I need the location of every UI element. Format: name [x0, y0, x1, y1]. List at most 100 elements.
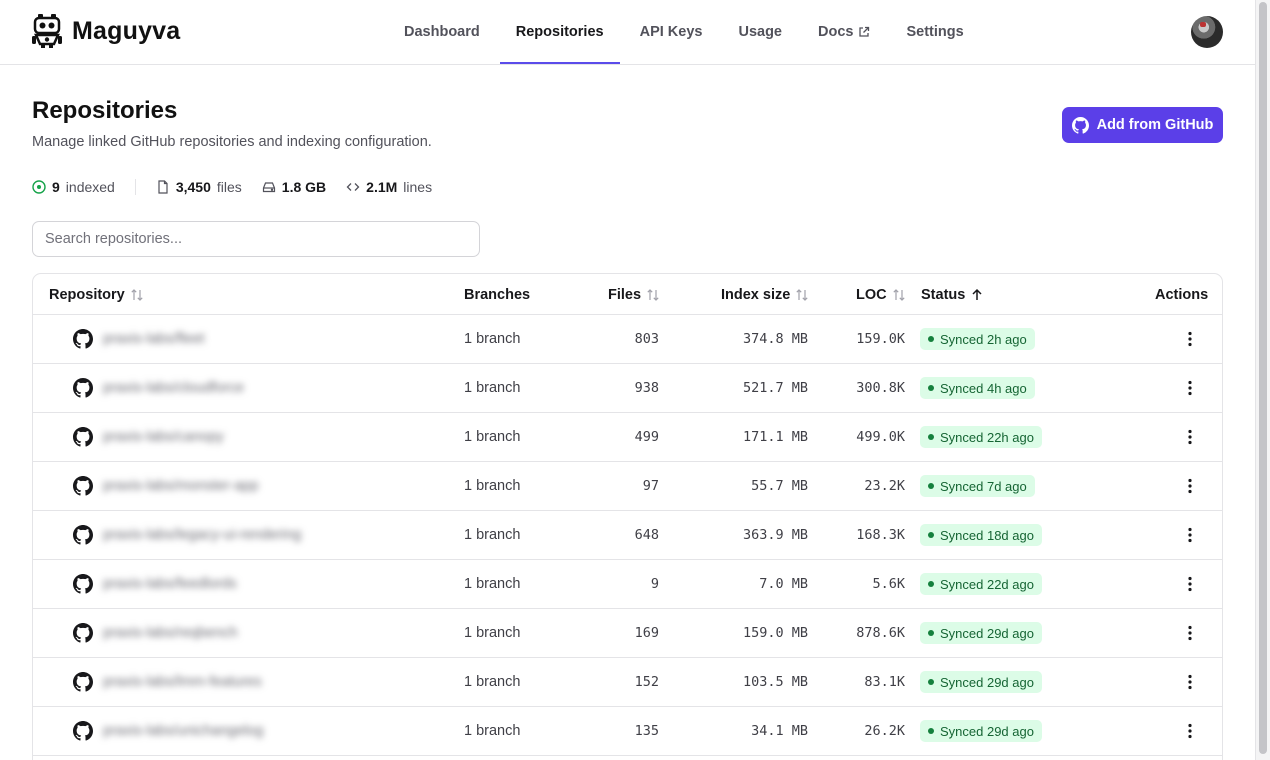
- column-loc-label: LOC: [856, 286, 887, 303]
- more-vertical-icon[interactable]: [1180, 476, 1200, 496]
- status-text: Synced 22h ago: [940, 429, 1034, 445]
- nav-docs[interactable]: Docs: [800, 0, 888, 64]
- nav-usage[interactable]: Usage: [720, 0, 800, 64]
- status-text: Synced 29d ago: [940, 723, 1034, 739]
- table-row[interactable]: praxis-labs/legacy-ui-rendering 1 branch…: [33, 511, 1222, 560]
- nav-dashboard[interactable]: Dashboard: [386, 0, 498, 64]
- more-vertical-icon[interactable]: [1180, 721, 1200, 741]
- hard-drive-icon: [262, 182, 275, 193]
- column-loc[interactable]: LOC: [856, 274, 906, 315]
- column-index-size[interactable]: Index size: [721, 274, 809, 315]
- robot-logo-icon: [32, 14, 62, 48]
- repository-cell[interactable]: praxis-labs/reqbench: [73, 609, 238, 657]
- github-icon: [73, 574, 93, 594]
- repository-cell[interactable]: praxis-labs/cloudforce: [73, 364, 244, 412]
- page-title: Repositories: [32, 97, 178, 124]
- table-row[interactable]: praxis-labs/reqbench 1 branch 169 159.0 …: [33, 609, 1222, 658]
- search-repositories-input[interactable]: [32, 221, 480, 257]
- repository-name[interactable]: praxis-labs/reqbench: [103, 625, 238, 641]
- status-badge: Synced 29d ago: [920, 671, 1042, 693]
- index-size-cell: 171.1 MB: [742, 429, 808, 445]
- table-row[interactable]: praxis-labs/cloudforce 1 branch 938 521.…: [33, 364, 1222, 413]
- column-actions: Actions: [1155, 274, 1208, 315]
- nav-repositories[interactable]: Repositories: [498, 0, 622, 64]
- repository-name[interactable]: praxis-labs/legacy-ui-rendering: [103, 527, 301, 543]
- repository-name[interactable]: praxis-labs/feedlords: [103, 576, 237, 592]
- actions-cell: [1180, 315, 1200, 363]
- more-vertical-icon[interactable]: [1180, 623, 1200, 643]
- sort-icon: [647, 288, 659, 301]
- repository-cell[interactable]: praxis-labs/lmm-features: [73, 658, 262, 706]
- nav-api-keys[interactable]: API Keys: [622, 0, 721, 64]
- column-status-label: Status: [921, 286, 966, 303]
- index-size-cell: 159.0 MB: [742, 625, 808, 641]
- stat-lines-label: lines: [403, 179, 433, 195]
- page-scrollbar[interactable]: [1255, 0, 1270, 760]
- nav-settings[interactable]: Settings: [888, 0, 981, 64]
- more-vertical-icon[interactable]: [1180, 427, 1200, 447]
- more-vertical-icon[interactable]: [1180, 329, 1200, 349]
- column-status[interactable]: Status: [921, 274, 984, 315]
- stat-files: 3,450 files: [156, 179, 242, 195]
- repository-cell[interactable]: praxis-labs/feedlords: [73, 560, 237, 608]
- status-dot: [928, 434, 934, 440]
- repository-cell[interactable]: praxis-labs/monster-app: [73, 462, 259, 510]
- column-repository[interactable]: Repository: [49, 274, 144, 315]
- status-text: Synced 2h ago: [940, 331, 1027, 347]
- sort-icon: [131, 288, 143, 301]
- repository-name[interactable]: praxis-labs/monster-app: [103, 478, 259, 494]
- user-avatar[interactable]: [1191, 16, 1223, 48]
- column-files[interactable]: Files: [608, 274, 660, 315]
- loc-cell: 159.0K: [856, 331, 905, 347]
- repository-name[interactable]: praxis-labs/cloudforce: [103, 380, 244, 396]
- repository-name[interactable]: praxis-labs/unichangelog: [103, 723, 263, 739]
- more-vertical-icon[interactable]: [1180, 574, 1200, 594]
- status-text: Synced 7d ago: [940, 478, 1027, 494]
- files-cell: 499: [634, 429, 659, 445]
- status-badge: Synced 29d ago: [920, 720, 1042, 742]
- page-subtitle: Manage linked GitHub repositories and in…: [32, 134, 432, 150]
- files-cell: 169: [634, 625, 659, 641]
- index-size-cell: 55.7 MB: [751, 478, 808, 494]
- actions-cell: [1180, 462, 1200, 510]
- brand[interactable]: Maguyva: [32, 14, 180, 48]
- index-size-cell: 34.1 MB: [751, 723, 808, 739]
- repository-cell[interactable]: praxis-labs/canopy: [73, 413, 224, 461]
- status-badge: Synced 29d ago: [920, 622, 1042, 644]
- table-row[interactable]: praxis-labs/monster-app 1 branch 97 55.7…: [33, 462, 1222, 511]
- table-row[interactable]: praxis-labs/unichangelog 1 branch 135 34…: [33, 707, 1222, 756]
- status-text: Synced 22d ago: [940, 576, 1034, 592]
- loc-cell: 83.1K: [864, 674, 905, 690]
- files-cell: 135: [634, 723, 659, 739]
- scrollbar-thumb[interactable]: [1259, 2, 1267, 754]
- repository-cell[interactable]: praxis-labs/legacy-ui-rendering: [73, 511, 301, 559]
- loc-cell: 300.8K: [856, 380, 905, 396]
- github-icon: [73, 623, 93, 643]
- table-row[interactable]: praxis-labs/canopy 1 branch 499 171.1 MB…: [33, 413, 1222, 462]
- stat-indexed-label: indexed: [65, 179, 115, 195]
- index-size-cell: 363.9 MB: [742, 527, 808, 543]
- stat-lines: 2.1M lines: [346, 179, 432, 195]
- code-icon: [346, 183, 360, 191]
- column-branches-label: Branches: [464, 286, 531, 303]
- external-link-icon: [859, 26, 870, 37]
- loc-cell: 878.6K: [856, 625, 905, 641]
- repository-cell[interactable]: praxis-labs/fleet: [73, 315, 205, 363]
- status-dot: [928, 532, 934, 538]
- repository-name[interactable]: praxis-labs/fleet: [103, 331, 205, 347]
- more-vertical-icon[interactable]: [1180, 525, 1200, 545]
- status-dot: [928, 728, 934, 734]
- table-row[interactable]: praxis-labs/feedlords 1 branch 9 7.0 MB …: [33, 560, 1222, 609]
- table-row[interactable]: praxis-labs/fleet 1 branch 803 374.8 MB …: [33, 315, 1222, 364]
- more-vertical-icon[interactable]: [1180, 672, 1200, 692]
- repository-cell[interactable]: praxis-labs/unichangelog: [73, 707, 263, 755]
- more-vertical-icon[interactable]: [1180, 378, 1200, 398]
- repository-name[interactable]: praxis-labs/canopy: [103, 429, 224, 445]
- files-cell: 648: [634, 527, 659, 543]
- repository-name[interactable]: praxis-labs/lmm-features: [103, 674, 262, 690]
- status-cell: Synced 22h ago: [920, 413, 1042, 461]
- add-from-github-button[interactable]: Add from GitHub: [1062, 107, 1223, 143]
- github-icon: [73, 476, 93, 496]
- table-row[interactable]: praxis-labs/lmm-features 1 branch 152 10…: [33, 658, 1222, 707]
- brand-name: Maguyva: [72, 16, 181, 45]
